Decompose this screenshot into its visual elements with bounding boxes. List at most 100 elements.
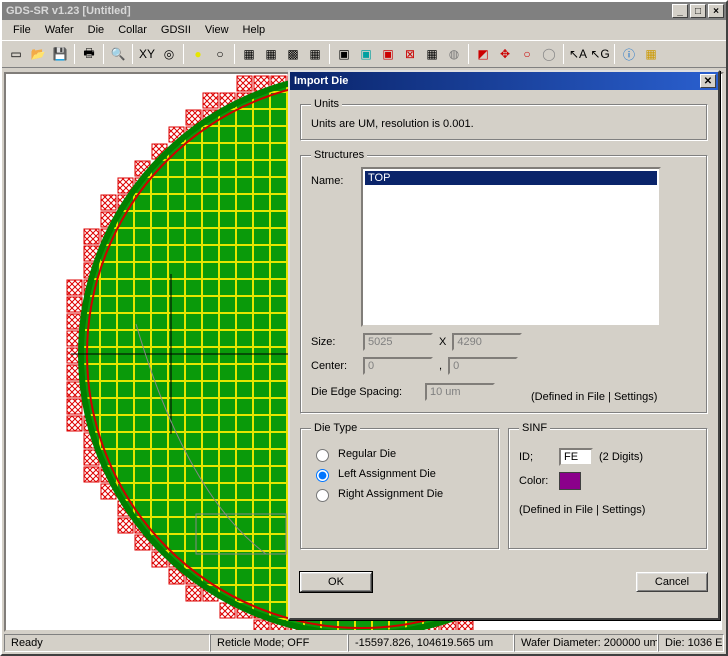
minimize-button[interactable]: _: [672, 4, 688, 18]
die-grid-icon[interactable]: ▦: [422, 44, 442, 64]
zoom-icon[interactable]: 🔍: [108, 44, 128, 64]
circle-outline-icon[interactable]: ○: [210, 44, 230, 64]
cursor-g-icon[interactable]: ↖G: [590, 44, 610, 64]
id-note: (2 Digits): [599, 451, 643, 463]
ok-button[interactable]: OK: [300, 572, 372, 592]
open-file-icon[interactable]: 📂: [28, 44, 48, 64]
save-file-icon[interactable]: 💾: [50, 44, 70, 64]
menu-help[interactable]: Help: [236, 22, 273, 38]
statusbar: Ready Reticle Mode; OFF -15597.826, 1046…: [4, 634, 724, 652]
print-icon[interactable]: 🖶: [79, 44, 99, 64]
size-label: Size:: [311, 336, 357, 348]
circle-red-icon[interactable]: ○: [517, 44, 537, 64]
id-label: ID;: [519, 451, 553, 463]
structures-legend: Structures: [311, 149, 367, 161]
structures-group: Structures Name: TOP Size: X Center: , D…: [300, 149, 708, 414]
die-import-icon[interactable]: ▣: [334, 44, 354, 64]
die-red2-icon[interactable]: ⊠: [400, 44, 420, 64]
menu-file[interactable]: File: [6, 22, 38, 38]
status-die: Die: 1036 Encl:: [658, 634, 724, 652]
size-sep-label: X: [439, 336, 446, 348]
flag-red-icon[interactable]: ◩: [473, 44, 493, 64]
left-assignment-radio[interactable]: [316, 469, 329, 482]
edge-spacing-field: [425, 383, 495, 401]
cursor-a-icon[interactable]: ↖A: [568, 44, 588, 64]
info-icon[interactable]: ⓘ: [619, 44, 639, 64]
status-ready: Ready: [4, 634, 210, 652]
menu-view[interactable]: View: [198, 22, 236, 38]
id-field[interactable]: [559, 448, 593, 466]
xy-icon[interactable]: XY: [137, 44, 157, 64]
status-reticle: Reticle Mode; OFF: [210, 634, 348, 652]
close-button[interactable]: ×: [708, 4, 724, 18]
list-item[interactable]: TOP: [365, 171, 657, 185]
maximize-button[interactable]: □: [690, 4, 706, 18]
center-x-field: [363, 357, 433, 375]
toolbar-separator: [234, 44, 235, 64]
toolbar-separator: [74, 44, 75, 64]
toolbar-separator: [563, 44, 564, 64]
toolbar-separator: [183, 44, 184, 64]
app-title: GDS-SR v1.23 [Untitled]: [6, 5, 670, 17]
toolbar-separator: [468, 44, 469, 64]
grid4-icon[interactable]: ▦: [305, 44, 325, 64]
die-red1-icon[interactable]: ▣: [378, 44, 398, 64]
menu-die[interactable]: Die: [81, 22, 112, 38]
dialog-title: Import Die: [294, 75, 700, 87]
maximize-icon: □: [695, 6, 701, 17]
edge-spacing-label: Die Edge Spacing:: [311, 386, 419, 398]
structures-listbox[interactable]: TOP: [361, 167, 661, 327]
menu-gdsii[interactable]: GDSII: [154, 22, 198, 38]
status-coords: -15597.826, 104619.565 um: [348, 634, 514, 652]
die-gray-icon[interactable]: ◍: [444, 44, 464, 64]
crosshair-icon[interactable]: ✥: [495, 44, 515, 64]
titlebar: GDS-SR v1.23 [Untitled] _ □ ×: [2, 2, 726, 20]
die-cyan-icon[interactable]: ▣: [356, 44, 376, 64]
minimize-icon: _: [677, 6, 683, 17]
status-wafer: Wafer Diameter: 200000 um: [514, 634, 658, 652]
import-die-dialog: Import Die ✕ Units Units are UM, resolut…: [288, 70, 720, 620]
toolbar-separator: [132, 44, 133, 64]
color-swatch[interactable]: [559, 472, 581, 490]
units-legend: Units: [311, 98, 342, 110]
shape-icon[interactable]: ◯: [539, 44, 559, 64]
right-assignment-label: Right Assignment Die: [338, 488, 443, 500]
grid1-icon[interactable]: ▦: [239, 44, 259, 64]
units-group: Units Units are UM, resolution is 0.001.: [300, 98, 708, 141]
close-icon: ×: [713, 6, 719, 17]
units-text: Units are UM, resolution is 0.001.: [311, 118, 697, 130]
help-icon[interactable]: ▦: [641, 44, 661, 64]
close-icon: ✕: [704, 76, 712, 87]
color-label: Color:: [519, 475, 553, 487]
menu-wafer[interactable]: Wafer: [38, 22, 81, 38]
cancel-button[interactable]: Cancel: [636, 572, 708, 592]
sinf-group: SINF ID; (2 Digits) Color: (Defined in F…: [508, 422, 708, 550]
new-file-icon[interactable]: ▭: [6, 44, 26, 64]
center-sep-label: ,: [439, 360, 442, 372]
toolbar-separator: [614, 44, 615, 64]
menu-collar[interactable]: Collar: [111, 22, 154, 38]
size-x-field: [363, 333, 433, 351]
dialog-titlebar: Import Die ✕: [290, 72, 718, 90]
grid2-icon[interactable]: ▦: [261, 44, 281, 64]
dialog-close-button[interactable]: ✕: [700, 74, 716, 88]
menubar: FileWaferDieCollarGDSIIViewHelp: [2, 20, 726, 40]
circle-yellow-icon[interactable]: ●: [188, 44, 208, 64]
size-y-field: [452, 333, 522, 351]
name-label: Name:: [311, 175, 357, 187]
toolbar: ▭📂💾🖶🔍XY◎●○▦▦▩▦▣▣▣⊠▦◍◩✥○◯↖A↖Gⓘ▦: [2, 40, 726, 68]
center-label: Center:: [311, 360, 357, 372]
toolbar-separator: [103, 44, 104, 64]
center-y-field: [448, 357, 518, 375]
regular-die-radio[interactable]: [316, 449, 329, 462]
defined-note: (Defined in File | Settings): [531, 391, 657, 403]
die-type-group: Die Type Regular Die Left Assignment Die…: [300, 422, 500, 550]
toolbar-separator: [329, 44, 330, 64]
right-assignment-radio[interactable]: [316, 489, 329, 502]
sinf-defined-note: (Defined in File | Settings): [519, 504, 697, 516]
target-icon[interactable]: ◎: [159, 44, 179, 64]
left-assignment-label: Left Assignment Die: [338, 468, 436, 480]
grid3-icon[interactable]: ▩: [283, 44, 303, 64]
die-type-legend: Die Type: [311, 422, 360, 434]
regular-die-label: Regular Die: [338, 448, 396, 460]
